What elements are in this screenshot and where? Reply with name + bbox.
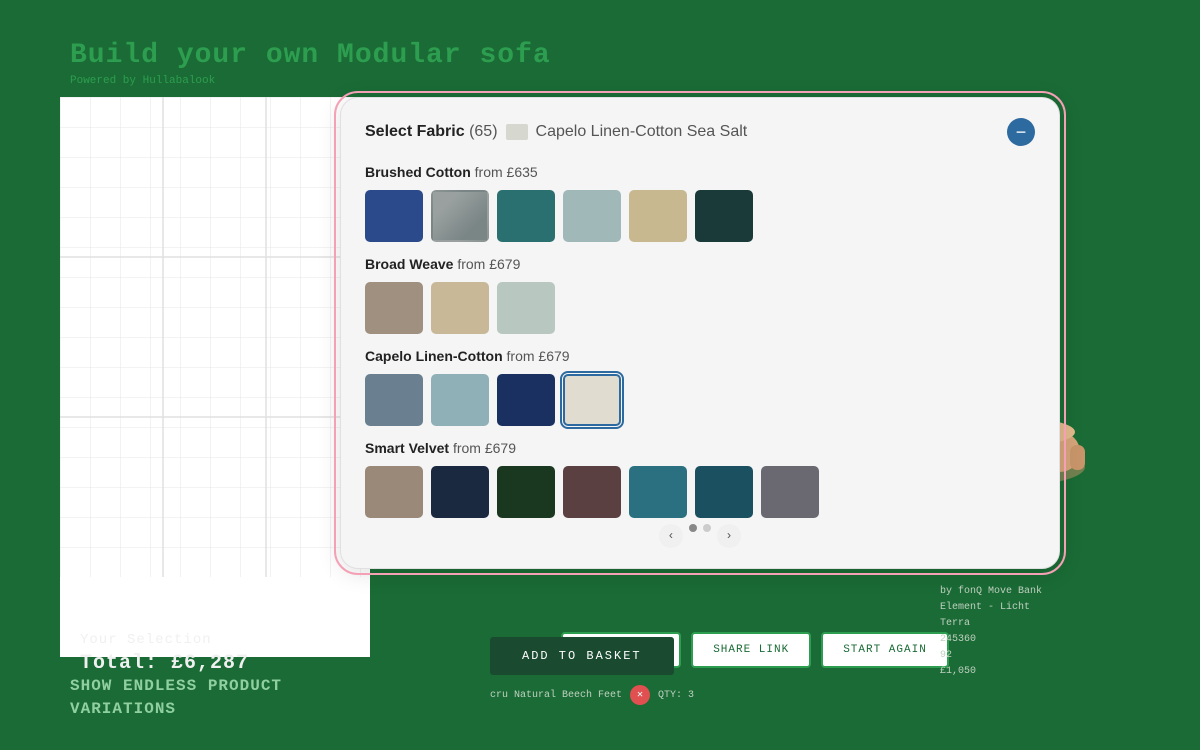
product-price: £1,050 (940, 664, 1140, 680)
product-material: Terra (940, 616, 1140, 632)
powered-by: Powered by Hullabalook (70, 75, 1140, 87)
selected-swatch-preview (506, 124, 528, 140)
item-qty: QTY: 3 (658, 690, 694, 701)
broad-weave-title: Broad Weave from £679 (365, 256, 1035, 272)
swatch-sv-mocha[interactable] (563, 466, 621, 518)
swatch-sv-mink[interactable] (365, 466, 423, 518)
total-price: Total: £6,287 (80, 652, 380, 675)
selected-fabric-name: Capelo Linen-Cotton Sea Salt (536, 123, 748, 141)
fabric-panel: Select Fabric (65) Capelo Linen-Cotton S… (340, 97, 1060, 569)
swatch-sv-slate[interactable] (761, 466, 819, 518)
main-content: Select Fabric (65) Capelo Linen-Cotton S… (60, 97, 1140, 657)
capelo-linen-price: from £679 (507, 348, 570, 364)
panel-nav-right[interactable]: › (717, 524, 741, 548)
capelo-linen-title: Capelo Linen-Cotton from £679 (365, 348, 1035, 364)
product-sku: 245360 (940, 632, 1140, 648)
capelo-linen-swatches (365, 374, 1035, 426)
main-container: Build your own Modular sofa Powered by H… (60, 30, 1140, 720)
swatch-clc-slate[interactable] (365, 374, 423, 426)
close-icon: ✕ (637, 689, 643, 701)
product-brand: by fonQ Move Bank (940, 584, 1140, 600)
swatch-bc-grey[interactable] (431, 190, 489, 242)
swatch-sv-forest[interactable] (497, 466, 555, 518)
smart-velvet-swatches (365, 466, 1035, 518)
broad-weave-swatches (365, 282, 1035, 334)
remove-item-button[interactable]: ✕ (630, 685, 650, 705)
panel-nav-left[interactable]: ‹ (659, 524, 683, 548)
product-qty: 92 (940, 648, 1140, 664)
brushed-cotton-section: Brushed Cotton from £635 (365, 164, 1035, 242)
start-again-button[interactable]: START AGAIN (821, 632, 949, 668)
nav-dot-2[interactable] (703, 524, 711, 532)
swatch-bc-navy[interactable] (365, 190, 423, 242)
brushed-cotton-title: Brushed Cotton from £635 (365, 164, 1035, 180)
nav-dot-1[interactable] (689, 524, 697, 532)
product-element: Element - Licht (940, 600, 1140, 616)
select-label: Select Fabric (365, 123, 465, 140)
swatch-clc-navy[interactable] (497, 374, 555, 426)
swatch-clc-sea-salt[interactable] (563, 374, 621, 426)
smart-velvet-price: from £679 (453, 440, 516, 456)
swatch-bc-light-teal[interactable] (563, 190, 621, 242)
select-fabric-label: Select Fabric (65) (365, 123, 498, 141)
swatch-clc-sky[interactable] (431, 374, 489, 426)
swatch-bw-sage[interactable] (497, 282, 555, 334)
product-info-panel: by fonQ Move Bank Element - Licht Terra … (940, 584, 1140, 680)
broad-weave-section: Broad Weave from £679 (365, 256, 1035, 334)
swatch-bc-sand[interactable] (629, 190, 687, 242)
smart-velvet-title: Smart Velvet from £679 (365, 440, 1035, 456)
fabric-count: (65) (469, 123, 497, 140)
share-link-button[interactable]: SHARE LINK (691, 632, 811, 668)
item-label: cru Natural Beech Feet (490, 690, 622, 701)
promo-text: SHOW ENDLESS PRODUCT VARIATIONS (70, 675, 282, 720)
brushed-cotton-price: from £635 (475, 164, 538, 180)
swatch-bc-dark-teal[interactable] (695, 190, 753, 242)
grid-area (60, 97, 370, 657)
swatch-bw-linen[interactable] (431, 282, 489, 334)
brushed-cotton-swatches (365, 190, 1035, 242)
swatch-bw-taupe[interactable] (365, 282, 423, 334)
swatch-bc-teal[interactable] (497, 190, 555, 242)
broad-weave-price: from £679 (457, 256, 520, 272)
fabric-panel-title: Select Fabric (65) Capelo Linen-Cotton S… (365, 123, 747, 141)
swatch-sv-teal[interactable] (629, 466, 687, 518)
selection-info: Your Selection Total: £6,287 (70, 632, 380, 675)
collapse-button[interactable]: − (1007, 118, 1035, 146)
item-row: cru Natural Beech Feet ✕ QTY: 3 (490, 685, 920, 705)
add-to-basket-button[interactable]: ADD TO BASKET (490, 637, 674, 675)
smart-velvet-section: Smart Velvet from £679 (365, 440, 1035, 518)
your-selection-label: Your Selection (80, 632, 380, 648)
panel-nav: ‹ › (365, 524, 1035, 548)
page-title: Build your own Modular sofa (70, 40, 1140, 71)
capelo-linen-section: Capelo Linen-Cotton from £679 (365, 348, 1035, 426)
swatch-sv-midnight[interactable] (431, 466, 489, 518)
swatch-sv-deep-teal[interactable] (695, 466, 753, 518)
fabric-panel-header: Select Fabric (65) Capelo Linen-Cotton S… (365, 118, 1035, 146)
